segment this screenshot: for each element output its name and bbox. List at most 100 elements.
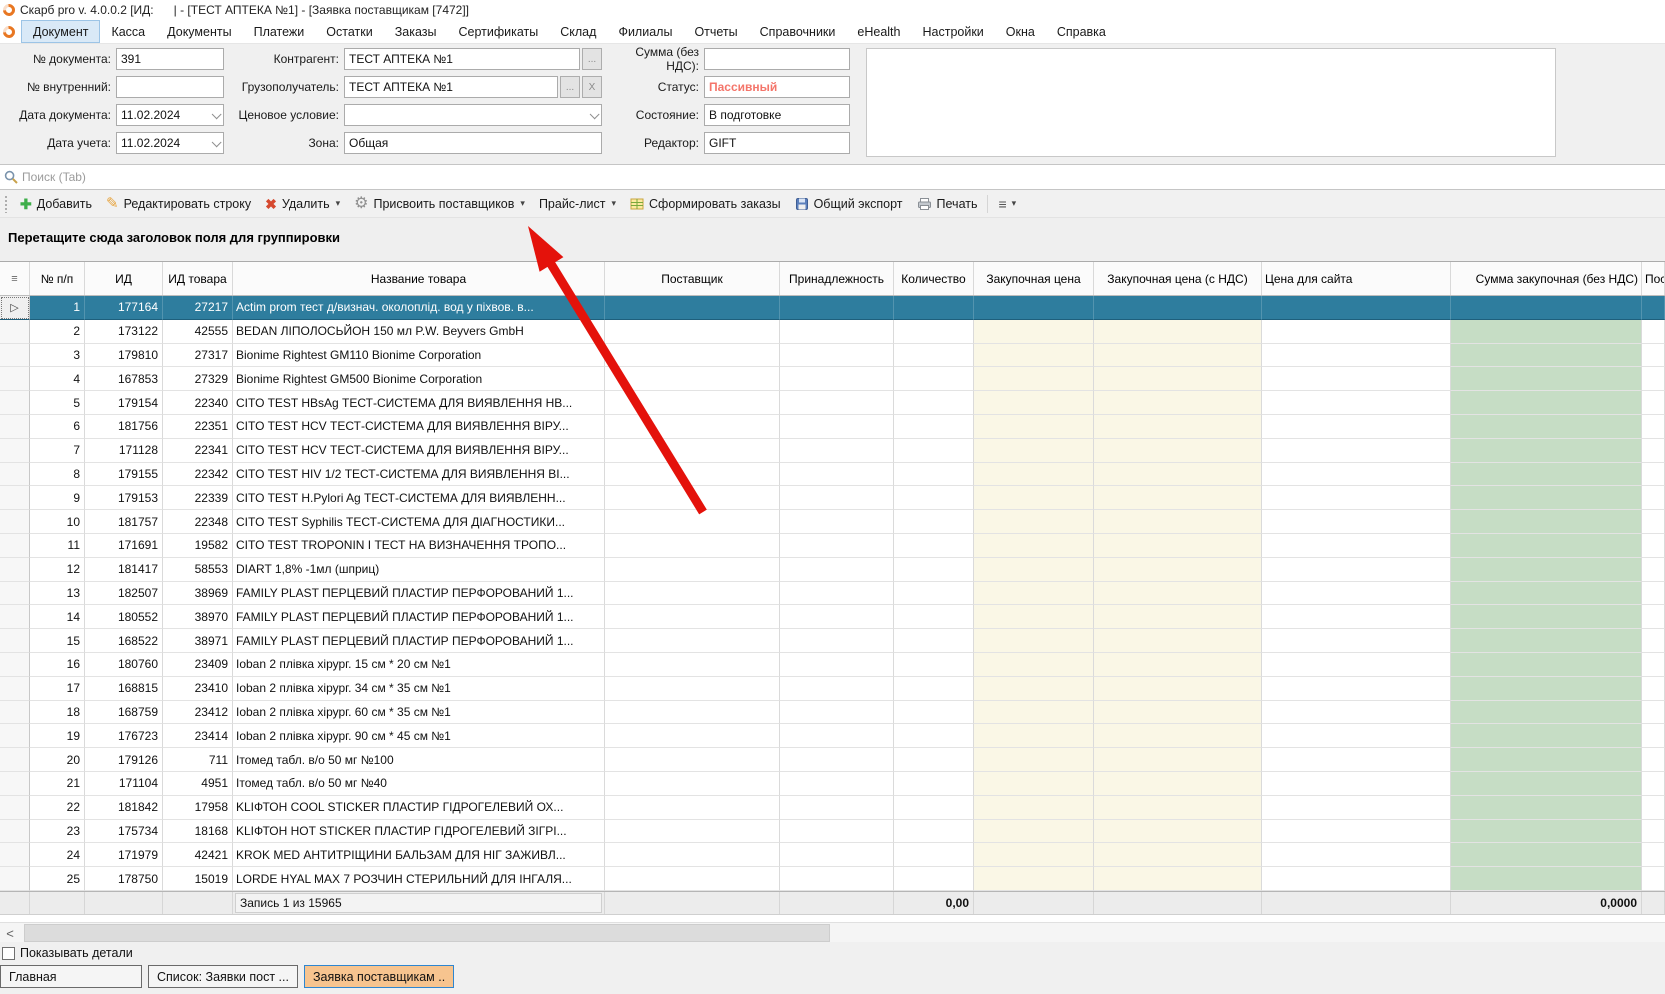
table-row[interactable]: 817915522342CITO TEST HIV 1/2 ТЕСТ-СИСТЕ… <box>0 463 1665 487</box>
cell-purchase-price <box>974 415 1094 439</box>
cell-purchase-price-vat <box>1094 748 1262 772</box>
table-row[interactable]: ▷117716427217Actim prom тест д/визнач. о… <box>0 296 1665 320</box>
lookup-ellipsis-button[interactable]: ... <box>560 76 580 98</box>
menu-item-7[interactable]: Склад <box>549 20 607 43</box>
field-input[interactable] <box>704 48 850 70</box>
field-input[interactable]: 391 <box>116 48 224 70</box>
cell-purchase-price <box>974 486 1094 510</box>
lookup-ellipsis-button[interactable]: ... <box>582 48 602 70</box>
column-header-5[interactable]: Поставщик <box>605 262 780 295</box>
table-row[interactable]: 618175622351CITO TEST HCV ТЕСТ-СИСТЕМА Д… <box>0 415 1665 439</box>
toolbar-button-1[interactable]: ✎Редактировать строку <box>99 192 258 216</box>
table-row[interactable]: 2417197942421KROK MED АНТИТРІЩИНИ БАЛЬЗА… <box>0 843 1665 867</box>
column-header-9[interactable]: Закупочная цена (с НДС) <box>1094 262 1262 295</box>
menu-item-9[interactable]: Отчеты <box>683 20 748 43</box>
field-input[interactable]: Пассивный <box>704 76 850 98</box>
field-input[interactable]: GIFT <box>704 132 850 154</box>
menu-item-2[interactable]: Документы <box>156 20 242 43</box>
column-header-11[interactable]: Сумма закупочная (без НДС) <box>1451 262 1642 295</box>
column-header-12[interactable]: Пос <box>1642 262 1665 295</box>
group-by-panel[interactable]: Перетащите сюда заголовок поля для групп… <box>0 218 1665 262</box>
table-row[interactable]: 1716881523410Ioban 2 плівка хірург. 34 с… <box>0 677 1665 701</box>
column-header-3[interactable]: ИД товара <box>163 262 233 295</box>
chevron-down-icon[interactable] <box>212 109 222 119</box>
toolbar-button-6[interactable]: Общий экспорт <box>788 192 910 216</box>
table-row[interactable]: 2317573418168KLІФТОН HOT STICKER ПЛАСТИР… <box>0 820 1665 844</box>
toolbar-button-3[interactable]: ⚙Присвоить поставщиков▾ <box>347 192 532 216</box>
table-row[interactable]: 317981027317Bionime Rightest GM110 Bioni… <box>0 344 1665 368</box>
table-row[interactable]: 1618076023409Ioban 2 плівка хірург. 15 с… <box>0 653 1665 677</box>
menu-item-1[interactable]: Касса <box>100 20 156 43</box>
field-input[interactable]: 11.02.2024 <box>116 132 224 154</box>
table-row[interactable]: 2218184217958KLІФТОН COOL STICKER ПЛАСТИ… <box>0 796 1665 820</box>
tab-0[interactable]: Главная <box>0 965 142 988</box>
clear-button[interactable]: X <box>582 76 602 98</box>
field-input[interactable]: ТЕСТ АПТЕКА №1 <box>344 76 558 98</box>
table-row[interactable]: 20179126711Ітомед табл. в/о 50 мг №100 <box>0 748 1665 772</box>
menu-item-8[interactable]: Филиалы <box>607 20 683 43</box>
toolbar-button-8[interactable]: ≡▾ <box>991 192 1023 216</box>
column-header-2[interactable]: ИД <box>85 262 163 295</box>
tab-1[interactable]: Список: Заявки пост ... <box>148 965 298 988</box>
table-row[interactable]: 1018175722348CITO TEST Syphilis ТЕСТ-СИС… <box>0 510 1665 534</box>
menu-item-6[interactable]: Сертификаты <box>447 20 549 43</box>
table-row[interactable]: 1218141758553DIART 1,8% -1мл (шприц) <box>0 558 1665 582</box>
field-input[interactable] <box>116 76 224 98</box>
table-row[interactable]: 1418055238970FAMILY PLAST ПЕРЦЕВИЙ ПЛАСТ… <box>0 605 1665 629</box>
details-checkbox[interactable] <box>2 947 15 960</box>
cell-site-price <box>1262 367 1451 391</box>
table-row[interactable]: 1917672323414Ioban 2 плівка хірург. 90 с… <box>0 724 1665 748</box>
toolbar-button-7[interactable]: Печать <box>910 192 985 216</box>
toolbar-button-4[interactable]: Прайс-лист▾ <box>532 192 623 216</box>
table-row[interactable]: 217312242555BEDAN ЛІПОЛОСЬЙОН 150 мл P.W… <box>0 320 1665 344</box>
menu-item-3[interactable]: Платежи <box>243 20 316 43</box>
column-header-1[interactable]: № п/п <box>30 262 85 295</box>
menu-item-11[interactable]: eHealth <box>846 20 911 43</box>
table-row[interactable]: 211711044951Ітомед табл. в/о 50 мг №40 <box>0 772 1665 796</box>
column-header-7[interactable]: Количество <box>894 262 974 295</box>
column-header-6[interactable]: Принадлежность <box>780 262 894 295</box>
menu-item-0[interactable]: Документ <box>21 20 100 43</box>
table-row[interactable]: 917915322339CITO TEST H.Pylori Ag ТЕСТ-С… <box>0 486 1665 510</box>
search-input[interactable] <box>22 170 1665 184</box>
notes-box[interactable] <box>866 48 1556 157</box>
row-indicator-header[interactable]: ≡ <box>0 262 30 295</box>
column-header-4[interactable]: Название товара <box>233 262 605 295</box>
column-header-8[interactable]: Закупочная цена <box>974 262 1094 295</box>
toolbar-button-5[interactable]: Сформировать заказы <box>623 192 788 216</box>
cell-purchase-sum <box>1451 344 1642 368</box>
field-input[interactable]: В подготовке <box>704 104 850 126</box>
grid-header: ≡№ п/пИДИД товараНазвание товараПоставщи… <box>0 262 1665 296</box>
menu-item-13[interactable]: Окна <box>995 20 1046 43</box>
field-input[interactable] <box>344 104 602 126</box>
toolbar-button-0[interactable]: ✚Добавить <box>13 192 99 216</box>
menu-item-14[interactable]: Справка <box>1046 20 1117 43</box>
menu-item-5[interactable]: Заказы <box>384 20 448 43</box>
menu-item-12[interactable]: Настройки <box>911 20 994 43</box>
scrollbar-thumb[interactable] <box>24 924 830 942</box>
toolbar-button-2[interactable]: ✖Удалить▾ <box>258 192 347 216</box>
table-row[interactable]: 1318250738969FAMILY PLAST ПЕРЦЕВИЙ ПЛАСТ… <box>0 582 1665 606</box>
table-row[interactable]: 717112822341CITO TEST HCV ТЕСТ-СИСТЕМА Д… <box>0 439 1665 463</box>
table-row[interactable]: 2517875015019LORDE HYAL MAX 7 РОЗЧИН СТЕ… <box>0 867 1665 891</box>
table-row[interactable]: 517915422340CITO TEST HBsAg ТЕСТ-СИСТЕМА… <box>0 391 1665 415</box>
app-menu-icon[interactable] <box>1 23 18 40</box>
chevron-down-icon[interactable] <box>212 137 222 147</box>
chevron-down-icon[interactable] <box>590 109 600 119</box>
cell-product-name: CITO TEST Syphilis ТЕСТ-СИСТЕМА ДЛЯ ДІАГ… <box>233 510 605 534</box>
cell-purchase-price-vat <box>1094 772 1262 796</box>
table-row[interactable]: 1816875923412Ioban 2 плівка хірург. 60 с… <box>0 701 1665 725</box>
column-header-10[interactable]: Цена для сайта <box>1262 262 1451 295</box>
table-row[interactable]: 416785327329Bionime Rightest GM500 Bioni… <box>0 367 1665 391</box>
scroll-left-button[interactable]: < <box>0 923 20 943</box>
horizontal-scrollbar[interactable]: < <box>0 922 1665 942</box>
table-row[interactable]: 1117169119582CITO TEST TROPONIN I ТЕСТ Н… <box>0 534 1665 558</box>
field-input[interactable]: ТЕСТ АПТЕКА №1 <box>344 48 580 70</box>
toolbar-grip[interactable] <box>4 195 9 213</box>
menu-item-10[interactable]: Справочники <box>749 20 847 43</box>
table-row[interactable]: 1516852238971FAMILY PLAST ПЕРЦЕВИЙ ПЛАСТ… <box>0 629 1665 653</box>
field-input[interactable]: Общая <box>344 132 602 154</box>
field-input[interactable]: 11.02.2024 <box>116 104 224 126</box>
menu-item-4[interactable]: Остатки <box>315 20 383 43</box>
tab-2[interactable]: Заявка поставщикам .. <box>304 965 454 988</box>
